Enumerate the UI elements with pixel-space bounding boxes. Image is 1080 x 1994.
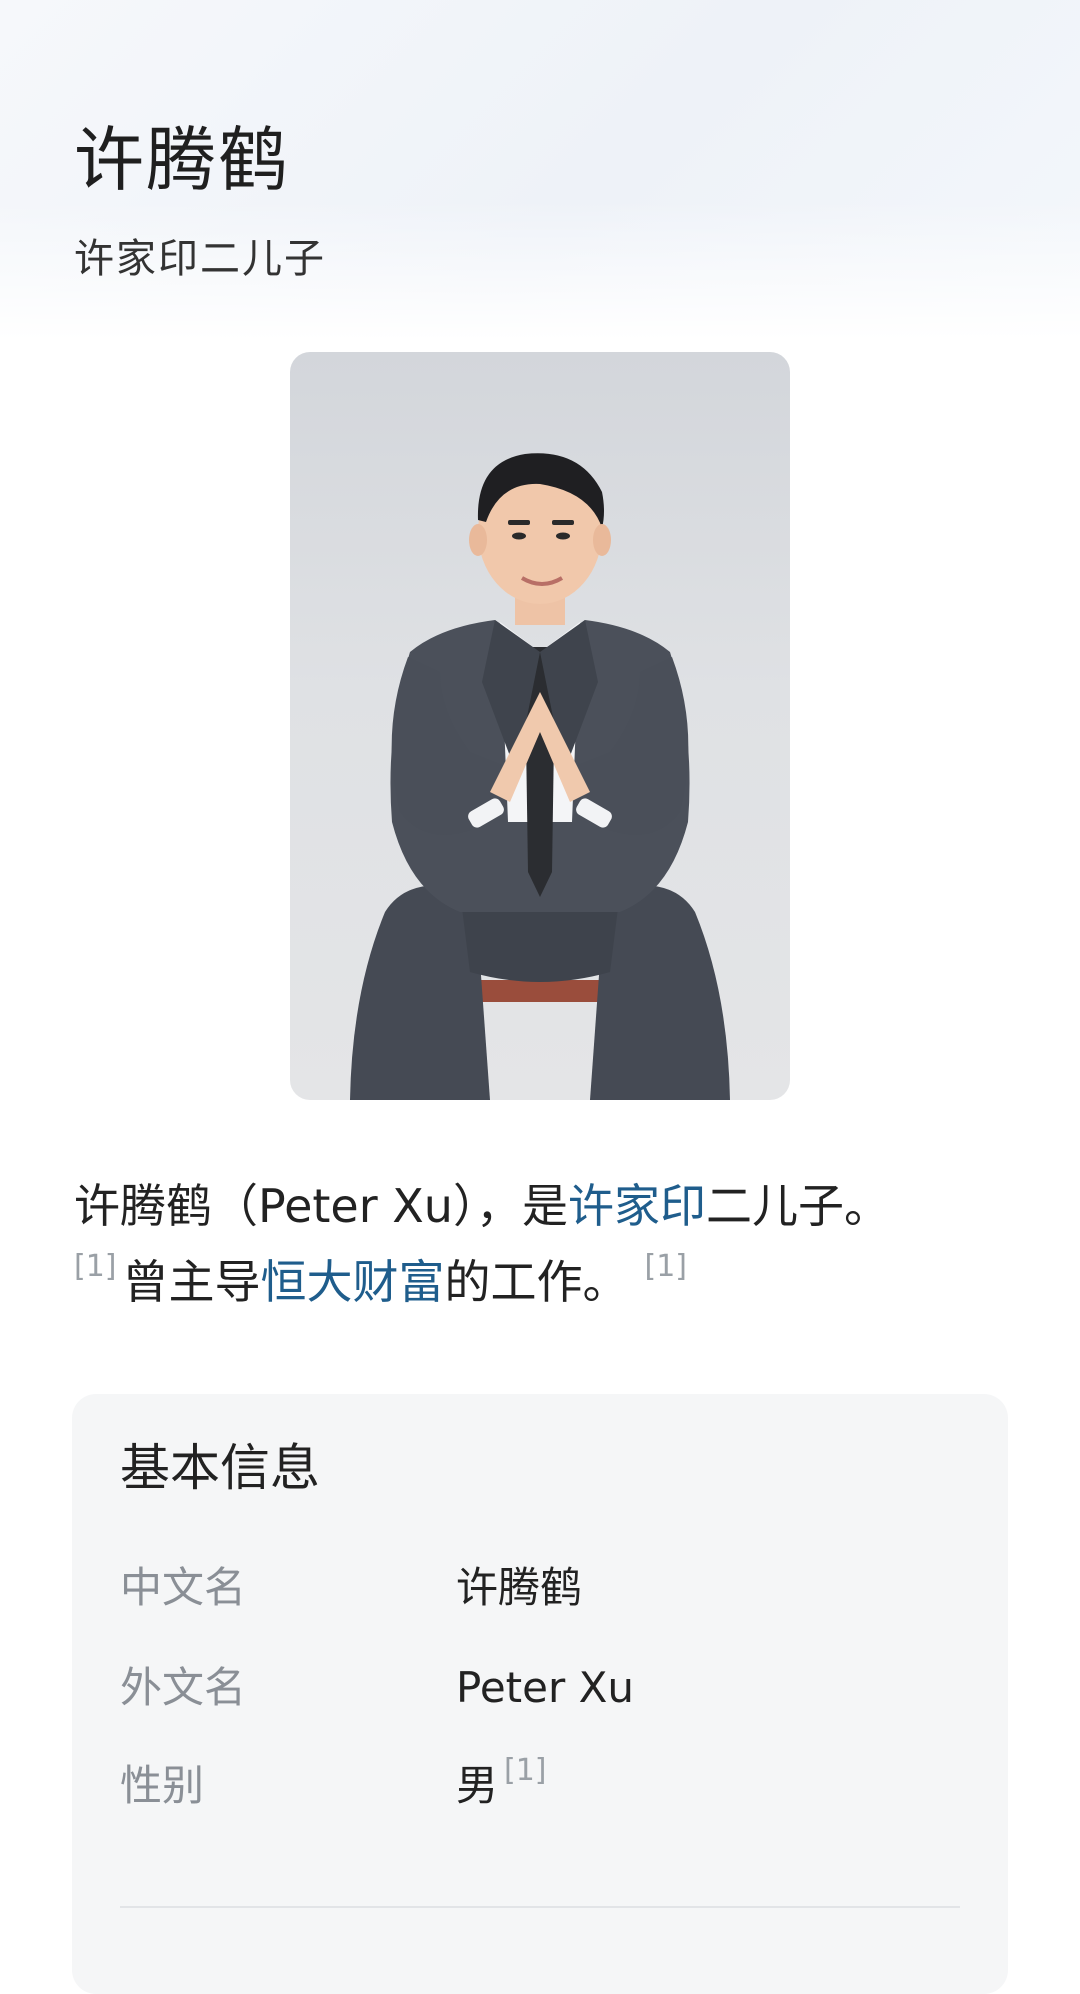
citation-ref[interactable]: [1] (74, 1249, 117, 1284)
summary-paragraph: 许腾鹤（Peter Xu），是许家印二儿子。 [1] 曾主导恒大财富的工作。 [1] (74, 1168, 1014, 1320)
summary-text: 许腾鹤（Peter Xu），是 (74, 1179, 568, 1233)
info-label: 中文名 (120, 1563, 247, 1612)
page-title: 许腾鹤 (74, 119, 290, 201)
summary-text: 二儿子。 (705, 1179, 890, 1233)
link-xu-jiayin[interactable]: 许家印 (568, 1179, 706, 1233)
profile-photo[interactable] (290, 352, 790, 1100)
info-value-wrapper: 男 [1] (456, 1756, 547, 1816)
info-label: 外文名 (120, 1663, 247, 1712)
link-evergrande-wealth[interactable]: 恒大财富 (261, 1255, 445, 1309)
info-value: Peter Xu (456, 1663, 634, 1712)
summary-text: 的工作。 (444, 1255, 629, 1309)
info-row-chinese-name: 中文名 许腾鹤 (120, 1558, 960, 1618)
info-value: 许腾鹤 (456, 1563, 583, 1612)
summary-text: 曾主导 (122, 1255, 261, 1309)
citation-ref[interactable]: [1] (504, 1753, 547, 1788)
basic-info-card: 基本信息 中文名 许腾鹤 外文名 Peter Xu 性别 男 [1] (72, 1394, 1008, 1994)
divider (120, 1906, 960, 1908)
info-row-gender: 性别 男 [1] (120, 1756, 960, 1816)
info-row-foreign-name: 外文名 Peter Xu (120, 1658, 960, 1718)
page-subtitle: 许家印二儿子 (74, 236, 326, 282)
info-label: 性别 (120, 1761, 205, 1810)
basic-info-title: 基本信息 (120, 1439, 320, 1497)
citation-ref[interactable]: [1] (645, 1249, 688, 1284)
info-value: 男 (456, 1761, 499, 1810)
